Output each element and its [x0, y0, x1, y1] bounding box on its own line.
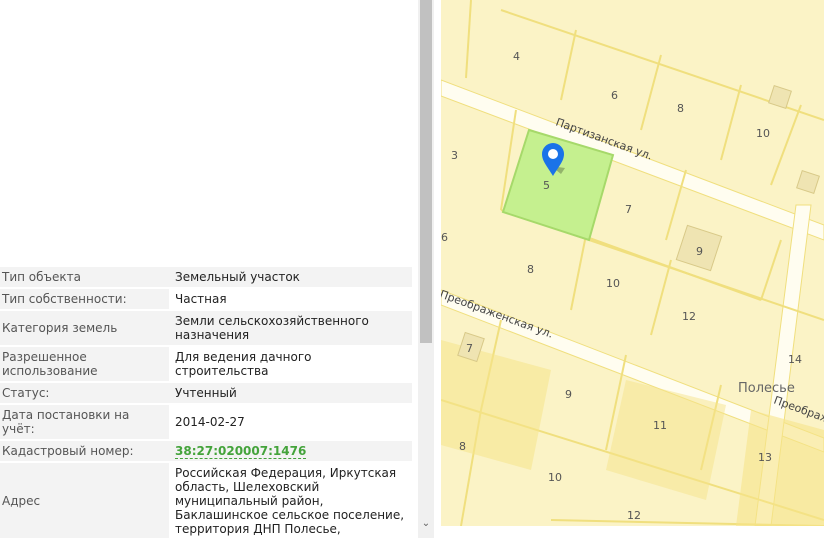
property-value: 38:27:020007:1476: [169, 441, 412, 461]
plot-label: 8: [459, 440, 466, 453]
property-value: Частная: [169, 289, 412, 309]
map-view[interactable]: 4 6 8 10 3 5 7 6 9 8 10 12 7 14 9 11 8 1…: [441, 0, 824, 526]
scrollbar-thumb[interactable]: [420, 0, 432, 343]
table-row: Дата постановки на учёт: 2014-02-27: [0, 405, 412, 439]
table-row: Адрес Российская Федерация, Иркутская об…: [0, 463, 412, 538]
plot-label: 7: [466, 342, 473, 355]
plot-label: 9: [696, 245, 703, 258]
table-row: Категория земель Земли сельскохозяйствен…: [0, 311, 412, 345]
selected-plot-label: 5: [543, 179, 550, 192]
cadastral-number-link[interactable]: 38:27:020007:1476: [175, 444, 307, 459]
chevron-down-icon[interactable]: ⌄: [418, 516, 434, 532]
property-table: Тип объекта Земельный участок Тип собств…: [0, 265, 412, 538]
table-row: Тип объекта Земельный участок: [0, 267, 412, 287]
property-key: Тип собственности:: [0, 289, 169, 309]
plot-label: 8: [527, 263, 534, 276]
plot-label: 11: [653, 419, 667, 432]
property-value: Российская Федерация, Иркутская область,…: [169, 463, 412, 538]
property-value: Для ведения дачного строительства: [169, 347, 412, 381]
plot-label: 8: [677, 102, 684, 115]
plot-label: 7: [625, 203, 632, 216]
plot-label: 14: [788, 353, 802, 366]
property-key: Категория земель: [0, 311, 169, 345]
property-key: Дата постановки на учёт:: [0, 405, 169, 439]
property-key: Тип объекта: [0, 267, 169, 287]
property-key: Статус:: [0, 383, 169, 403]
plot-label: 12: [682, 310, 696, 323]
plot-label: 6: [441, 231, 448, 244]
info-panel: Тип объекта Земельный участок Тип собств…: [0, 0, 418, 538]
plot-label: 9: [565, 388, 572, 401]
table-row: Тип собственности: Частная: [0, 289, 412, 309]
plot-label: 12: [627, 509, 641, 522]
property-value: 2014-02-27: [169, 405, 412, 439]
plot-label: 4: [513, 50, 520, 63]
plot-label: 10: [606, 277, 620, 290]
property-value: Учтенный: [169, 383, 412, 403]
table-row: Статус: Учтенный: [0, 383, 412, 403]
plot-label: 10: [756, 127, 770, 140]
parcel-shaded: [736, 410, 824, 526]
plot-label: 10: [548, 471, 562, 484]
map-canvas[interactable]: 4 6 8 10 3 5 7 6 9 8 10 12 7 14 9 11 8 1…: [441, 0, 824, 526]
table-row: Кадастровый номер: 38:27:020007:1476: [0, 441, 412, 461]
scrollbar[interactable]: ⌄: [418, 0, 434, 538]
property-value: Земельный участок: [169, 267, 412, 287]
divider: [434, 0, 441, 538]
place-label: Полесье: [738, 381, 795, 396]
plot-label: 3: [451, 149, 458, 162]
property-key: Кадастровый номер:: [0, 441, 169, 461]
plot-label: 6: [611, 89, 618, 102]
property-value: Земли сельскохозяйственного назначения: [169, 311, 412, 345]
property-key: Адрес: [0, 463, 169, 538]
table-row: Разрешенное использование Для ведения да…: [0, 347, 412, 381]
property-key: Разрешенное использование: [0, 347, 169, 381]
plot-label: 13: [758, 451, 772, 464]
